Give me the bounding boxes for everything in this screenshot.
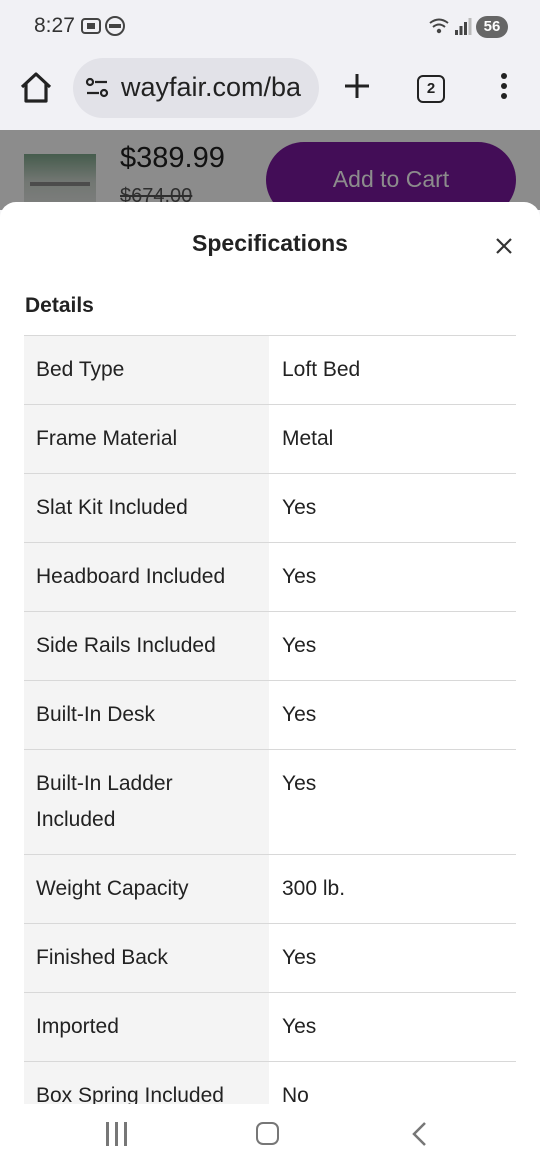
system-nav-bar bbox=[0, 1104, 540, 1170]
spec-row: Headboard Included Yes bbox=[24, 543, 516, 612]
sheet-title: Specifications bbox=[192, 230, 348, 256]
spec-value: Metal bbox=[282, 427, 334, 450]
spec-row: Side Rails Included Yes bbox=[24, 612, 516, 681]
status-time: 8:27 bbox=[34, 14, 75, 37]
tabs-icon[interactable]: 2 bbox=[417, 75, 445, 103]
battery-indicator: 56 bbox=[476, 16, 508, 38]
spec-row: Slat Kit Included Yes bbox=[24, 474, 516, 543]
spec-value: Loft Bed bbox=[282, 358, 361, 381]
site-settings-icon[interactable] bbox=[85, 77, 109, 99]
spec-value: Yes bbox=[282, 946, 317, 969]
spec-key: Bed Type bbox=[24, 336, 269, 404]
section-title: Details bbox=[25, 294, 94, 317]
specifications-sheet: Specifications Details Bed Type Loft Bed F… bbox=[0, 202, 540, 1104]
app-notification-icon bbox=[105, 16, 125, 36]
close-icon[interactable] bbox=[492, 234, 516, 258]
spec-value: Yes bbox=[282, 496, 317, 519]
spec-key: Weight Capacity bbox=[24, 855, 269, 923]
spec-value: Yes bbox=[282, 634, 317, 657]
spec-key: Built-In Desk bbox=[24, 681, 269, 749]
home-nav-icon[interactable] bbox=[256, 1122, 279, 1145]
browser-toolbar: wayfair.com/ba 2 bbox=[0, 52, 540, 130]
spec-row: Box Spring Included No bbox=[24, 1062, 516, 1104]
spec-key: Box Spring Included bbox=[24, 1062, 269, 1104]
spec-row: Frame Material Metal bbox=[24, 405, 516, 474]
spec-value: No bbox=[282, 1084, 309, 1104]
spec-value: Yes bbox=[282, 1015, 317, 1038]
spec-value: 300 lb. bbox=[282, 877, 346, 900]
url-text: wayfair.com/ba bbox=[121, 72, 302, 102]
address-bar[interactable]: wayfair.com/ba bbox=[73, 58, 319, 118]
recents-icon[interactable] bbox=[104, 1122, 130, 1146]
back-icon[interactable] bbox=[408, 1120, 432, 1148]
status-bar: 8:27 56 bbox=[0, 0, 540, 52]
spec-value: Yes bbox=[282, 772, 317, 795]
spec-key: Side Rails Included bbox=[24, 612, 269, 680]
spec-key: Frame Material bbox=[24, 405, 269, 473]
spec-value: Yes bbox=[282, 565, 317, 588]
spec-key: Finished Back bbox=[24, 924, 269, 992]
signal-icon bbox=[455, 18, 472, 35]
more-icon[interactable] bbox=[492, 70, 516, 106]
spec-row: Weight Capacity 300 lb. bbox=[24, 855, 516, 924]
spec-row: Bed Type Loft Bed bbox=[24, 336, 516, 405]
modal-overlay[interactable] bbox=[0, 130, 540, 210]
plus-icon[interactable] bbox=[339, 68, 375, 104]
spec-row: Finished Back Yes bbox=[24, 924, 516, 993]
spec-row: Imported Yes bbox=[24, 993, 516, 1062]
spec-key: Headboard Included bbox=[24, 543, 269, 611]
spec-key: Built-In Ladder Included bbox=[24, 750, 269, 854]
wifi-icon bbox=[429, 18, 449, 34]
spec-row: Built-In Ladder Included Yes bbox=[24, 750, 516, 855]
spec-table: Bed Type Loft Bed Frame Material Metal Slat … bbox=[24, 335, 516, 1104]
spec-row: Built-In Desk Yes bbox=[24, 681, 516, 750]
spec-key: Imported bbox=[24, 993, 269, 1061]
home-icon[interactable] bbox=[16, 68, 56, 108]
screenshot-icon bbox=[81, 18, 101, 34]
spec-key: Slat Kit Included bbox=[24, 474, 269, 542]
spec-value: Yes bbox=[282, 703, 317, 726]
